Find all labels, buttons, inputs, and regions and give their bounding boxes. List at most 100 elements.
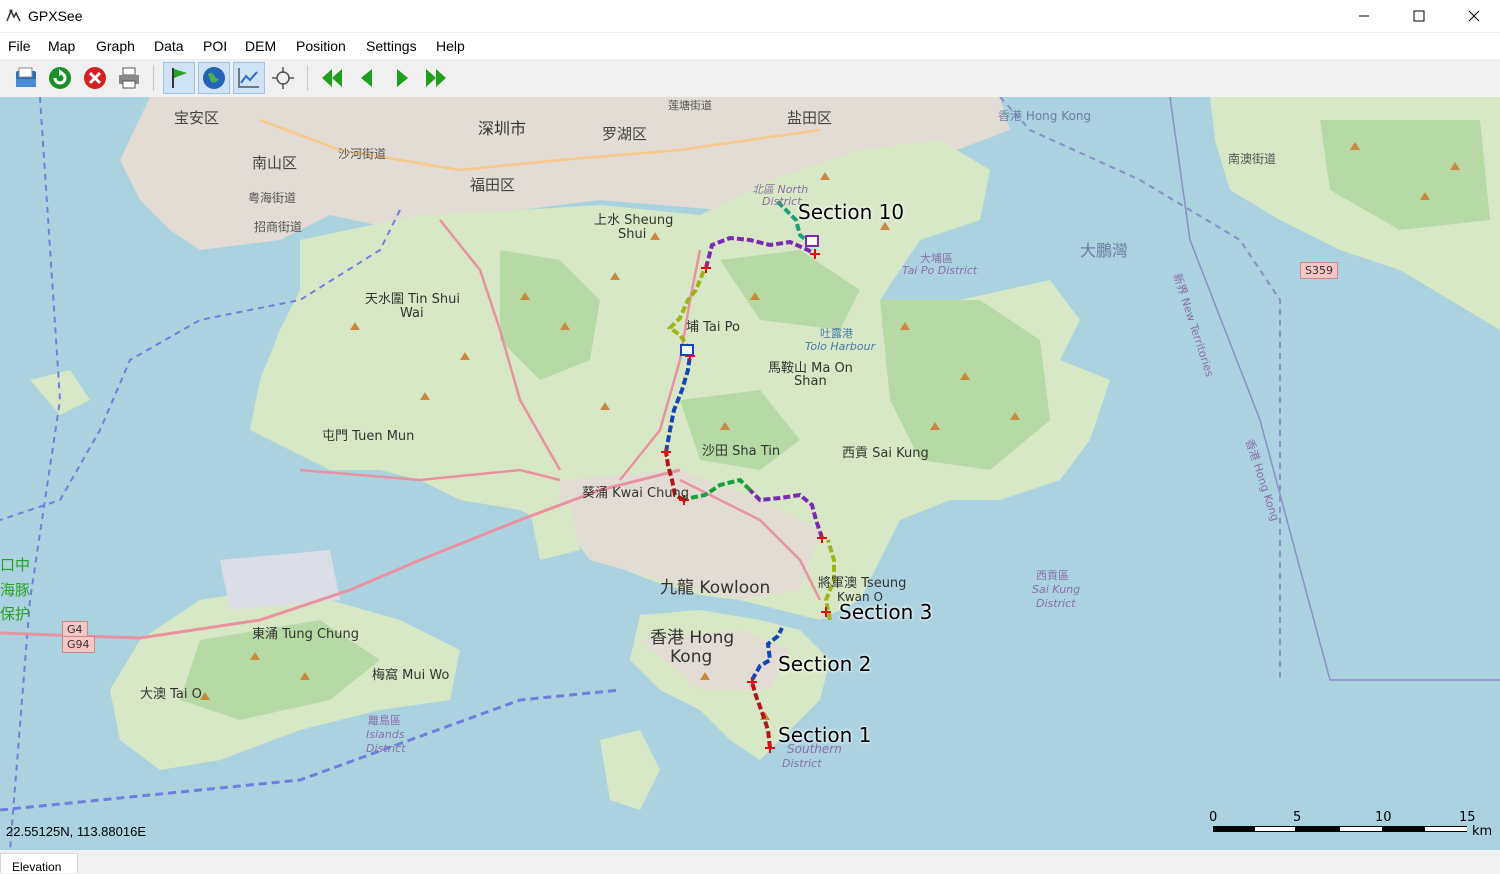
section-2-label: Section 2: [778, 652, 872, 676]
label-futian: 福田区: [470, 176, 516, 194]
label-haitun: 海豚: [0, 581, 31, 599]
toolbar-separator: [153, 65, 154, 91]
tab-elevation[interactable]: Elevation: [0, 853, 78, 874]
menu-help[interactable]: Help: [436, 38, 465, 54]
label-tai-o: 大澳 Tai O: [140, 687, 202, 702]
label-southern-district: District: [782, 757, 822, 770]
label-nanshan: 南山区: [252, 154, 298, 172]
minimize-button[interactable]: [1336, 0, 1392, 32]
label-tai-po: 埔 Tai Po: [686, 320, 740, 335]
show-poi-button[interactable]: [163, 62, 195, 94]
map-view[interactable]: 宝安区 南山区 沙河街道 粤海街道 招商街道 深圳市 罗湖区 福田区 盐田区 莲…: [0, 97, 1500, 850]
label-islands: Islands: [366, 728, 405, 741]
last-button[interactable]: [420, 62, 452, 94]
label-hong-kong-island: 香港 Hong: [650, 628, 735, 648]
label-baohu: 保护: [0, 605, 31, 623]
previous-icon: [361, 69, 372, 87]
label-kong: Kong: [670, 647, 713, 667]
minimize-icon: [1359, 15, 1369, 17]
label-tseung-kwan-o: 將軍澳 Tseung: [818, 576, 907, 591]
close-file-button[interactable]: [79, 62, 111, 94]
label-mui-wo: 梅窩 Mui Wo: [372, 668, 450, 683]
maximize-icon: [1413, 10, 1425, 22]
label-tolo-harbour-en: Tolo Harbour: [805, 340, 876, 353]
show-graphs-button[interactable]: [233, 62, 265, 94]
label-new-territories: 新界 New Territories: [1170, 271, 1217, 379]
label-north-district-en: District: [762, 195, 802, 208]
label-tai-po-district-en: Tai Po District: [902, 264, 978, 277]
label-shan: Shan: [794, 374, 827, 389]
label-shahe: 沙河街道: [338, 147, 387, 161]
scale-tick-15: 15: [1459, 810, 1476, 825]
label-sheung-shui: 上水 Sheung: [594, 213, 674, 228]
label-hong-kong-vertical: 香港 Hong Kong: [1242, 437, 1282, 523]
close-icon: [1468, 10, 1480, 22]
first-button[interactable]: [316, 62, 348, 94]
menu-dem[interactable]: DEM: [245, 38, 276, 54]
show-map-button[interactable]: [198, 62, 230, 94]
menu-settings[interactable]: Settings: [366, 38, 417, 54]
label-tuen-mun: 屯門 Tuen Mun: [322, 429, 415, 444]
label-sai-kung-district-en2: District: [1036, 597, 1076, 610]
reload-icon: [49, 67, 71, 89]
menu-map[interactable]: Map: [48, 38, 75, 54]
scale-unit: km: [1472, 824, 1493, 839]
cursor-coordinates: 22.55125N, 113.88016E: [6, 824, 146, 839]
first-icon: [322, 69, 342, 87]
menu-position[interactable]: Position: [296, 38, 346, 54]
label-zhong: 口中: [0, 556, 31, 574]
next-button[interactable]: [386, 62, 418, 94]
next-icon: [397, 69, 408, 87]
scale-tick-5: 5: [1293, 810, 1302, 825]
label-wai: Wai: [400, 306, 424, 321]
graph-tab-bar: Elevation: [0, 850, 1500, 874]
label-kowloon: 九龍 Kowloon: [660, 578, 771, 598]
map-labels: 宝安区 南山区 沙河街道 粤海街道 招商街道 深圳市 罗湖区 福田区 盐田区 莲…: [0, 97, 1500, 850]
label-nanao: 南澳街道: [1228, 152, 1277, 166]
label-sai-kung-district-en: Sai Kung: [1032, 583, 1081, 596]
open-icon: [16, 67, 36, 87]
close-file-icon: [84, 67, 106, 89]
scale-tick-10: 10: [1375, 810, 1392, 825]
label-islands-district: 離島區: [368, 714, 401, 727]
print-button[interactable]: [113, 62, 145, 94]
last-icon: [426, 69, 446, 87]
menu-data[interactable]: Data: [154, 38, 184, 54]
label-hong-kong-water: 香港 Hong Kong: [998, 109, 1092, 123]
menu-file[interactable]: File: [8, 38, 31, 54]
label-baoan: 宝安区: [174, 109, 220, 127]
label-luohu: 罗湖区: [602, 125, 648, 143]
window-title: GPXSee: [28, 8, 83, 24]
title-bar: GPXSee: [0, 0, 1500, 32]
menu-bar: File Map Graph Data POI DEM Position Set…: [0, 33, 1500, 59]
show-map-icon: [203, 67, 225, 89]
show-position-button[interactable]: [267, 62, 299, 94]
label-s359: S359: [1300, 262, 1338, 279]
previous-button[interactable]: [351, 62, 383, 94]
label-sai-kung-district: 西貢區: [1036, 569, 1069, 582]
toolbar-separator: [307, 65, 308, 91]
close-button[interactable]: [1446, 0, 1500, 32]
label-islands-district-en: District: [366, 742, 406, 755]
label-tin-shui-wai: 天水圍 Tin Shui: [365, 292, 460, 307]
app-logo-icon: [6, 9, 21, 22]
open-button[interactable]: [10, 62, 42, 94]
section-1-label: Section 1: [778, 723, 872, 747]
menu-poi[interactable]: POI: [203, 38, 227, 54]
label-mirs-bay: 大鵬灣: [1080, 241, 1129, 260]
label-lianhe: 莲塘街道: [668, 99, 712, 112]
label-tung-chung: 東涌 Tung Chung: [252, 627, 360, 642]
reload-button[interactable]: [44, 62, 76, 94]
label-tolo-harbour: 吐露港: [820, 327, 853, 340]
label-yantian: 盐田区: [787, 109, 833, 127]
label-sai-kung: 西貢 Sai Kung: [842, 446, 929, 461]
scale-tick-0: 0: [1209, 810, 1218, 825]
menu-graph[interactable]: Graph: [96, 38, 135, 54]
show-graphs-icon: [238, 68, 259, 88]
section-3-label: Section 3: [839, 600, 933, 624]
label-yuehai: 粤海街道: [248, 191, 297, 205]
print-icon: [119, 67, 139, 89]
show-position-icon: [272, 67, 294, 89]
label-shui: Shui: [618, 227, 647, 242]
maximize-button[interactable]: [1391, 0, 1447, 32]
